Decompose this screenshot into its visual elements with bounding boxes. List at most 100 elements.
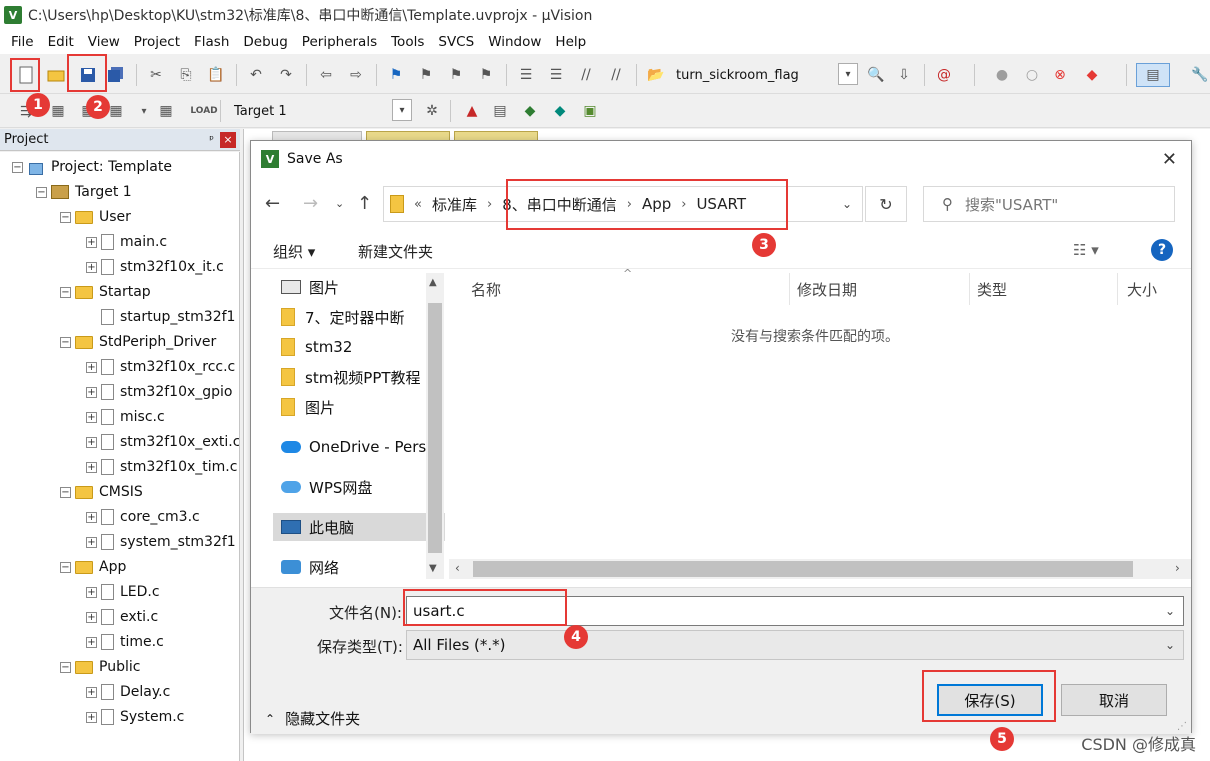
filetype-select[interactable]: All Files (*.*) ⌄ bbox=[406, 630, 1184, 660]
refresh-icon[interactable]: ↻ bbox=[865, 186, 907, 222]
nav-item-folder[interactable]: stm32 bbox=[281, 333, 445, 361]
tree-item-file[interactable]: + stm32f10x_exti.c bbox=[86, 431, 239, 453]
tree-item-file[interactable]: + core_cm3.c bbox=[86, 506, 200, 528]
expand-icon[interactable]: + bbox=[86, 536, 97, 548]
expand-icon[interactable]: + bbox=[86, 586, 97, 598]
download-load-icon[interactable]: LOAD bbox=[190, 101, 217, 121]
menu-svcs[interactable]: SVCS bbox=[431, 34, 481, 50]
tree-item-file[interactable]: + Delay.c bbox=[86, 681, 170, 703]
tree-item-file[interactable]: + System.c bbox=[86, 706, 184, 728]
nav-back-icon[interactable]: ⇦ bbox=[316, 65, 336, 85]
tree-item-file[interactable]: + stm32f10x_rcc.c bbox=[86, 356, 235, 378]
tree-item-file[interactable]: + stm32f10x_it.c bbox=[86, 256, 224, 278]
collapse-icon[interactable]: − bbox=[60, 286, 71, 298]
chevron-down-icon[interactable]: ⌄ bbox=[1165, 604, 1175, 618]
tree-item-file[interactable]: + system_stm32f1 bbox=[86, 531, 236, 553]
new-folder-button[interactable]: 新建文件夹 bbox=[358, 241, 433, 262]
stop-build-icon[interactable]: ▦ bbox=[156, 101, 176, 121]
tree-item-file[interactable]: startup_stm32f1 bbox=[86, 306, 235, 328]
menu-file[interactable]: File bbox=[4, 34, 41, 50]
menu-tools[interactable]: Tools bbox=[384, 34, 431, 50]
view-options-icon[interactable]: ☷ ▾ bbox=[1073, 241, 1099, 259]
unindent-icon[interactable]: ☰ bbox=[546, 65, 566, 85]
debug-session-icon[interactable]: @ bbox=[934, 65, 954, 85]
breakpoint-icon[interactable]: ● bbox=[992, 65, 1012, 85]
chevron-down-icon[interactable]: ⌄ bbox=[842, 197, 852, 211]
find-in-files-icon[interactable]: 📂 bbox=[646, 65, 666, 85]
expand-icon[interactable]: + bbox=[86, 261, 97, 273]
undo-icon[interactable]: ↶ bbox=[246, 65, 266, 85]
expand-icon[interactable]: + bbox=[86, 361, 97, 373]
prev-bookmark-icon[interactable]: ⚑ bbox=[416, 65, 436, 85]
copy-icon[interactable]: ⎘ bbox=[176, 65, 196, 85]
redo-icon[interactable]: ↷ bbox=[276, 65, 296, 85]
tree-item-folder[interactable]: − Startap bbox=[60, 281, 151, 303]
scroll-up-icon[interactable]: ▲ bbox=[429, 277, 437, 288]
window-layout-icon[interactable]: ▤ bbox=[1136, 63, 1170, 87]
collapse-icon[interactable]: − bbox=[12, 161, 23, 173]
menu-debug[interactable]: Debug bbox=[236, 34, 294, 50]
collapse-icon[interactable]: − bbox=[60, 336, 71, 348]
target-options-icon[interactable]: ✲ bbox=[422, 101, 442, 121]
nav-item-network[interactable]: 网络 bbox=[281, 553, 445, 579]
close-icon[interactable]: × bbox=[220, 131, 236, 148]
nav-scrollbar-thumb[interactable] bbox=[428, 303, 442, 553]
tree-item-file[interactable]: + main.c bbox=[86, 231, 167, 253]
tree-item-folder[interactable]: − App bbox=[60, 556, 126, 578]
up-arrow-icon[interactable]: ↑ bbox=[357, 193, 372, 214]
expand-icon[interactable]: + bbox=[86, 461, 97, 473]
breadcrumb-item[interactable]: 标准库 bbox=[432, 194, 477, 215]
tree-item-file[interactable]: + LED.c bbox=[86, 581, 160, 603]
menu-peripherals[interactable]: Peripherals bbox=[295, 34, 384, 50]
menu-project[interactable]: Project bbox=[127, 34, 187, 50]
enable-breakpoint-icon[interactable]: ○ bbox=[1022, 65, 1042, 85]
expand-icon[interactable]: + bbox=[86, 386, 97, 398]
chevron-down-icon[interactable]: ⌄ bbox=[1165, 638, 1175, 652]
column-type[interactable]: 类型 bbox=[977, 279, 1007, 300]
expand-icon[interactable]: + bbox=[86, 711, 97, 723]
close-icon[interactable]: ✕ bbox=[1162, 149, 1177, 170]
expand-icon[interactable]: + bbox=[86, 686, 97, 698]
collapse-icon[interactable]: − bbox=[60, 561, 71, 573]
tree-item-file[interactable]: + exti.c bbox=[86, 606, 158, 628]
kill-breakpoints-icon[interactable]: ◆ bbox=[1082, 65, 1102, 85]
expand-icon[interactable]: + bbox=[86, 236, 97, 248]
nav-item-pictures-quick[interactable]: 图片📌 bbox=[281, 273, 445, 301]
chevron-down-icon[interactable]: ▾ bbox=[838, 63, 858, 85]
tree-item-folder[interactable]: − StdPeriph_Driver bbox=[60, 331, 216, 353]
search-input[interactable]: ⚲ 搜索"USART" bbox=[923, 186, 1175, 222]
scroll-down-icon[interactable]: ▼ bbox=[429, 563, 437, 574]
menu-help[interactable]: Help bbox=[548, 34, 593, 50]
chevron-right-icon[interactable]: › bbox=[487, 197, 492, 212]
save-all-icon[interactable] bbox=[106, 65, 126, 85]
nav-item-folder[interactable]: 7、定时器中断 bbox=[281, 303, 445, 331]
menu-view[interactable]: View bbox=[81, 34, 127, 50]
expand-icon[interactable]: + bbox=[86, 436, 97, 448]
build-icon[interactable]: ▦ bbox=[48, 101, 68, 121]
manage-project-icon[interactable]: ▲ bbox=[462, 101, 482, 121]
column-size[interactable]: 大小 bbox=[1127, 279, 1157, 300]
tree-item-folder[interactable]: − CMSIS bbox=[60, 481, 143, 503]
nav-item-this-pc[interactable]: 此电脑 bbox=[273, 513, 445, 541]
target-select[interactable]: Target 1 ▾ bbox=[228, 99, 412, 123]
cut-icon[interactable]: ✂ bbox=[146, 65, 166, 85]
configure-icon[interactable]: 🔧 bbox=[1190, 65, 1210, 85]
tree-item-folder[interactable]: − Public bbox=[60, 656, 140, 678]
scroll-right-icon[interactable]: › bbox=[1175, 561, 1180, 575]
comment-icon[interactable]: // bbox=[576, 65, 596, 85]
column-name[interactable]: 名称 bbox=[471, 279, 501, 300]
scroll-left-icon[interactable]: ‹ bbox=[455, 561, 460, 575]
chevron-down-icon[interactable]: ⌄ bbox=[335, 197, 344, 210]
file-extensions-icon[interactable]: ▤ bbox=[490, 101, 510, 121]
column-modified[interactable]: 修改日期 bbox=[797, 279, 857, 300]
paste-icon[interactable]: 📋 bbox=[206, 65, 226, 85]
chevron-down-icon[interactable]: ▾ bbox=[134, 101, 154, 121]
pin-icon[interactable]: ᵖ bbox=[209, 133, 214, 146]
tree-item-file[interactable]: + stm32f10x_tim.c bbox=[86, 456, 237, 478]
nav-item-wps[interactable]: WPS网盘 bbox=[281, 473, 445, 501]
tree-item-file[interactable]: + stm32f10x_gpio bbox=[86, 381, 233, 403]
menu-window[interactable]: Window bbox=[481, 34, 548, 50]
indent-icon[interactable]: ☰ bbox=[516, 65, 536, 85]
cancel-button[interactable]: 取消 bbox=[1061, 684, 1167, 716]
expand-icon[interactable]: + bbox=[86, 611, 97, 623]
